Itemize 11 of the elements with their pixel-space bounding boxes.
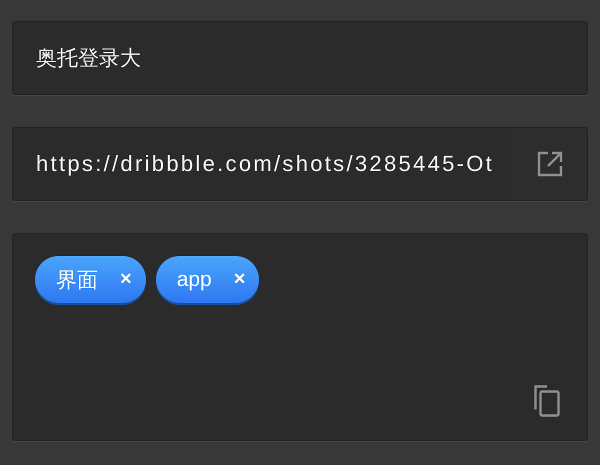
copy-icon[interactable]	[533, 385, 561, 417]
tag-input[interactable]: 界面 × app ×	[12, 233, 588, 441]
tag-label: 界面	[56, 268, 98, 294]
input-field[interactable]: 奥托登录大	[12, 21, 588, 95]
tag-label: app	[176, 268, 212, 292]
remove-tag-button[interactable]: ×	[234, 268, 246, 291]
input-field[interactable]: https://dribbble.com/shots/3285445-Ot	[12, 127, 588, 201]
remove-tag-button[interactable]: ×	[120, 268, 132, 291]
tag-chip[interactable]: app ×	[156, 256, 260, 303]
external-link-icon[interactable]	[537, 151, 563, 177]
tag-chip[interactable]: 界面 ×	[35, 256, 146, 303]
